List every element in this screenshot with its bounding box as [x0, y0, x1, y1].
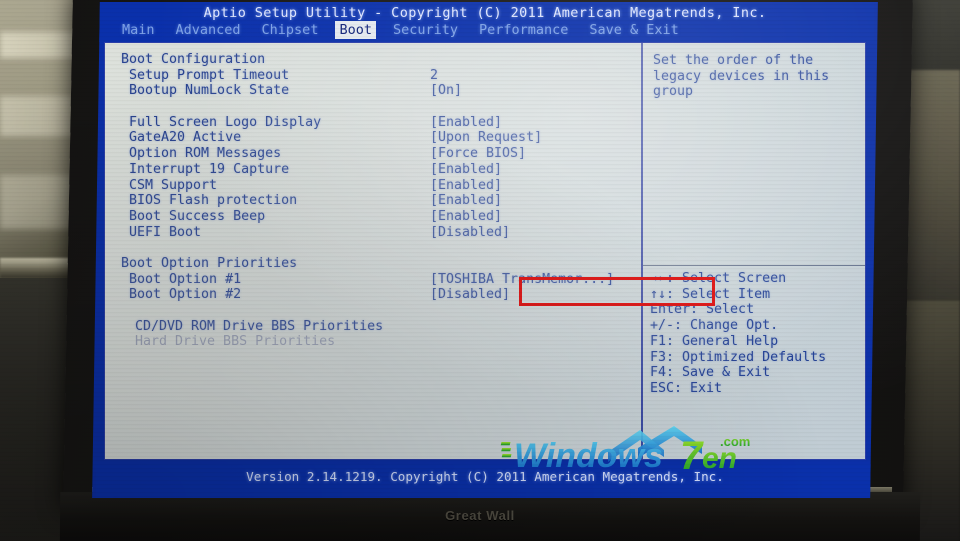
help-text: Set the order of the legacy devices in t…	[653, 53, 838, 100]
panel-vertical-divider	[641, 43, 643, 459]
bios-menu-tabs[interactable]: Main Advanced Chipset Boot Security Performan…	[118, 21, 683, 39]
annotation-highlight-box	[519, 277, 715, 306]
setting-label: UEFI Boot	[129, 224, 202, 240]
setting-label: Bootup NumLock State	[129, 83, 290, 99]
menu-tab-performance[interactable]: Performance	[475, 21, 572, 39]
setting-label: GateA20 Active	[129, 130, 242, 146]
setting-label: CSM Support	[129, 177, 218, 193]
menu-tab-save-exit[interactable]: Save & Exit	[585, 21, 682, 39]
bios-version-bar: Version 2.14.1219. Copyright (C) 2011 Am…	[96, 464, 874, 498]
setting-label: Hard Drive BBS Priorities	[135, 334, 336, 350]
key-legend-item: F1: General Help	[650, 333, 779, 349]
menu-tab-boot[interactable]: Boot	[335, 21, 376, 39]
settings-row[interactable]: Setup Prompt Timeout 2	[121, 68, 637, 84]
menu-tab-chipset[interactable]: Chipset	[258, 21, 323, 39]
key-legend-item: ESC: Exit	[650, 380, 723, 396]
bios-screen: Aptio Setup Utility - Copyright (C) 2011…	[92, 2, 878, 498]
settings-row: Boot Option Priorities	[121, 256, 637, 272]
bios-version-text: Version 2.14.1219. Copyright (C) 2011 Am…	[246, 469, 724, 484]
menu-tab-advanced[interactable]: Advanced	[172, 21, 245, 39]
settings-row[interactable]: Full Screen Logo Display [Enabled]	[121, 115, 637, 131]
menu-tab-main[interactable]: Main	[118, 21, 159, 39]
setting-value[interactable]: [Upon Request]	[430, 130, 542, 145]
setting-value[interactable]: [Enabled]	[430, 193, 502, 208]
bios-title-text: Aptio Setup Utility - Copyright (C) 2011…	[203, 5, 767, 21]
setting-label: Interrupt 19 Capture	[129, 161, 290, 177]
settings-row[interactable]: Hard Drive BBS Priorities	[121, 334, 637, 350]
settings-row[interactable]: BIOS Flash protection [Enabled]	[121, 193, 637, 209]
setting-label: Boot Configuration	[121, 52, 266, 67]
setting-value[interactable]: [On]	[430, 83, 462, 98]
setting-label: Full Screen Logo Display	[129, 114, 322, 130]
settings-row: Boot Configuration	[121, 52, 637, 68]
setting-value[interactable]: [Force BIOS]	[430, 146, 526, 161]
settings-row[interactable]: UEFI Boot [Disabled]	[121, 225, 637, 241]
setting-label: Boot Option #1	[129, 271, 242, 287]
panel-horizontal-divider	[643, 265, 865, 266]
key-legend-item: F4: Save & Exit	[650, 365, 771, 381]
menu-tab-security[interactable]: Security	[389, 21, 462, 39]
setting-value[interactable]: [Enabled]	[430, 178, 502, 193]
screenshot-root: Great Wall Aptio Setup Utility - Copyrig…	[0, 0, 960, 541]
settings-row[interactable]: Option ROM Messages [Force BIOS]	[121, 146, 637, 162]
laptop-brand-label: Great Wall	[445, 508, 515, 523]
setting-label: Option ROM Messages	[129, 146, 282, 162]
settings-row[interactable]: CSM Support [Enabled]	[121, 178, 637, 194]
setting-value[interactable]: [Disabled]	[430, 287, 510, 302]
setting-value[interactable]: [Disabled]	[430, 225, 510, 240]
setting-value[interactable]: 2	[430, 68, 438, 83]
setting-label: Setup Prompt Timeout	[129, 67, 290, 83]
settings-row[interactable]: Boot Success Beep [Enabled]	[121, 209, 637, 225]
settings-row[interactable]: Interrupt 19 Capture [Enabled]	[121, 162, 637, 178]
setting-label: Boot Success Beep	[129, 208, 266, 224]
bios-content-panel: Boot Configuration Setup Prompt Timeout 2 B…	[104, 42, 866, 460]
setting-value[interactable]: [Enabled]	[430, 209, 502, 224]
settings-spacer	[121, 240, 637, 256]
setting-label: Boot Option Priorities	[121, 255, 298, 271]
settings-row[interactable]: CD/DVD ROM Drive BBS Priorities	[121, 319, 637, 335]
setting-value[interactable]: [Enabled]	[430, 162, 502, 177]
bios-title-bar: Aptio Setup Utility - Copyright (C) 2011…	[96, 2, 874, 42]
setting-value[interactable]: [Enabled]	[430, 115, 502, 130]
settings-spacer	[121, 99, 637, 115]
key-legend-item: +/-: Change Opt.	[650, 318, 779, 334]
setting-label: BIOS Flash protection	[129, 193, 298, 209]
settings-row[interactable]: Bootup NumLock State [On]	[121, 83, 637, 99]
bios-screen-inner: Aptio Setup Utility - Copyright (C) 2011…	[96, 2, 874, 498]
settings-row[interactable]: GateA20 Active [Upon Request]	[121, 130, 637, 146]
key-legend-item: F3: Optimized Defaults	[650, 349, 827, 365]
setting-label: Boot Option #2	[129, 287, 242, 303]
setting-label: CD/DVD ROM Drive BBS Priorities	[135, 318, 384, 334]
